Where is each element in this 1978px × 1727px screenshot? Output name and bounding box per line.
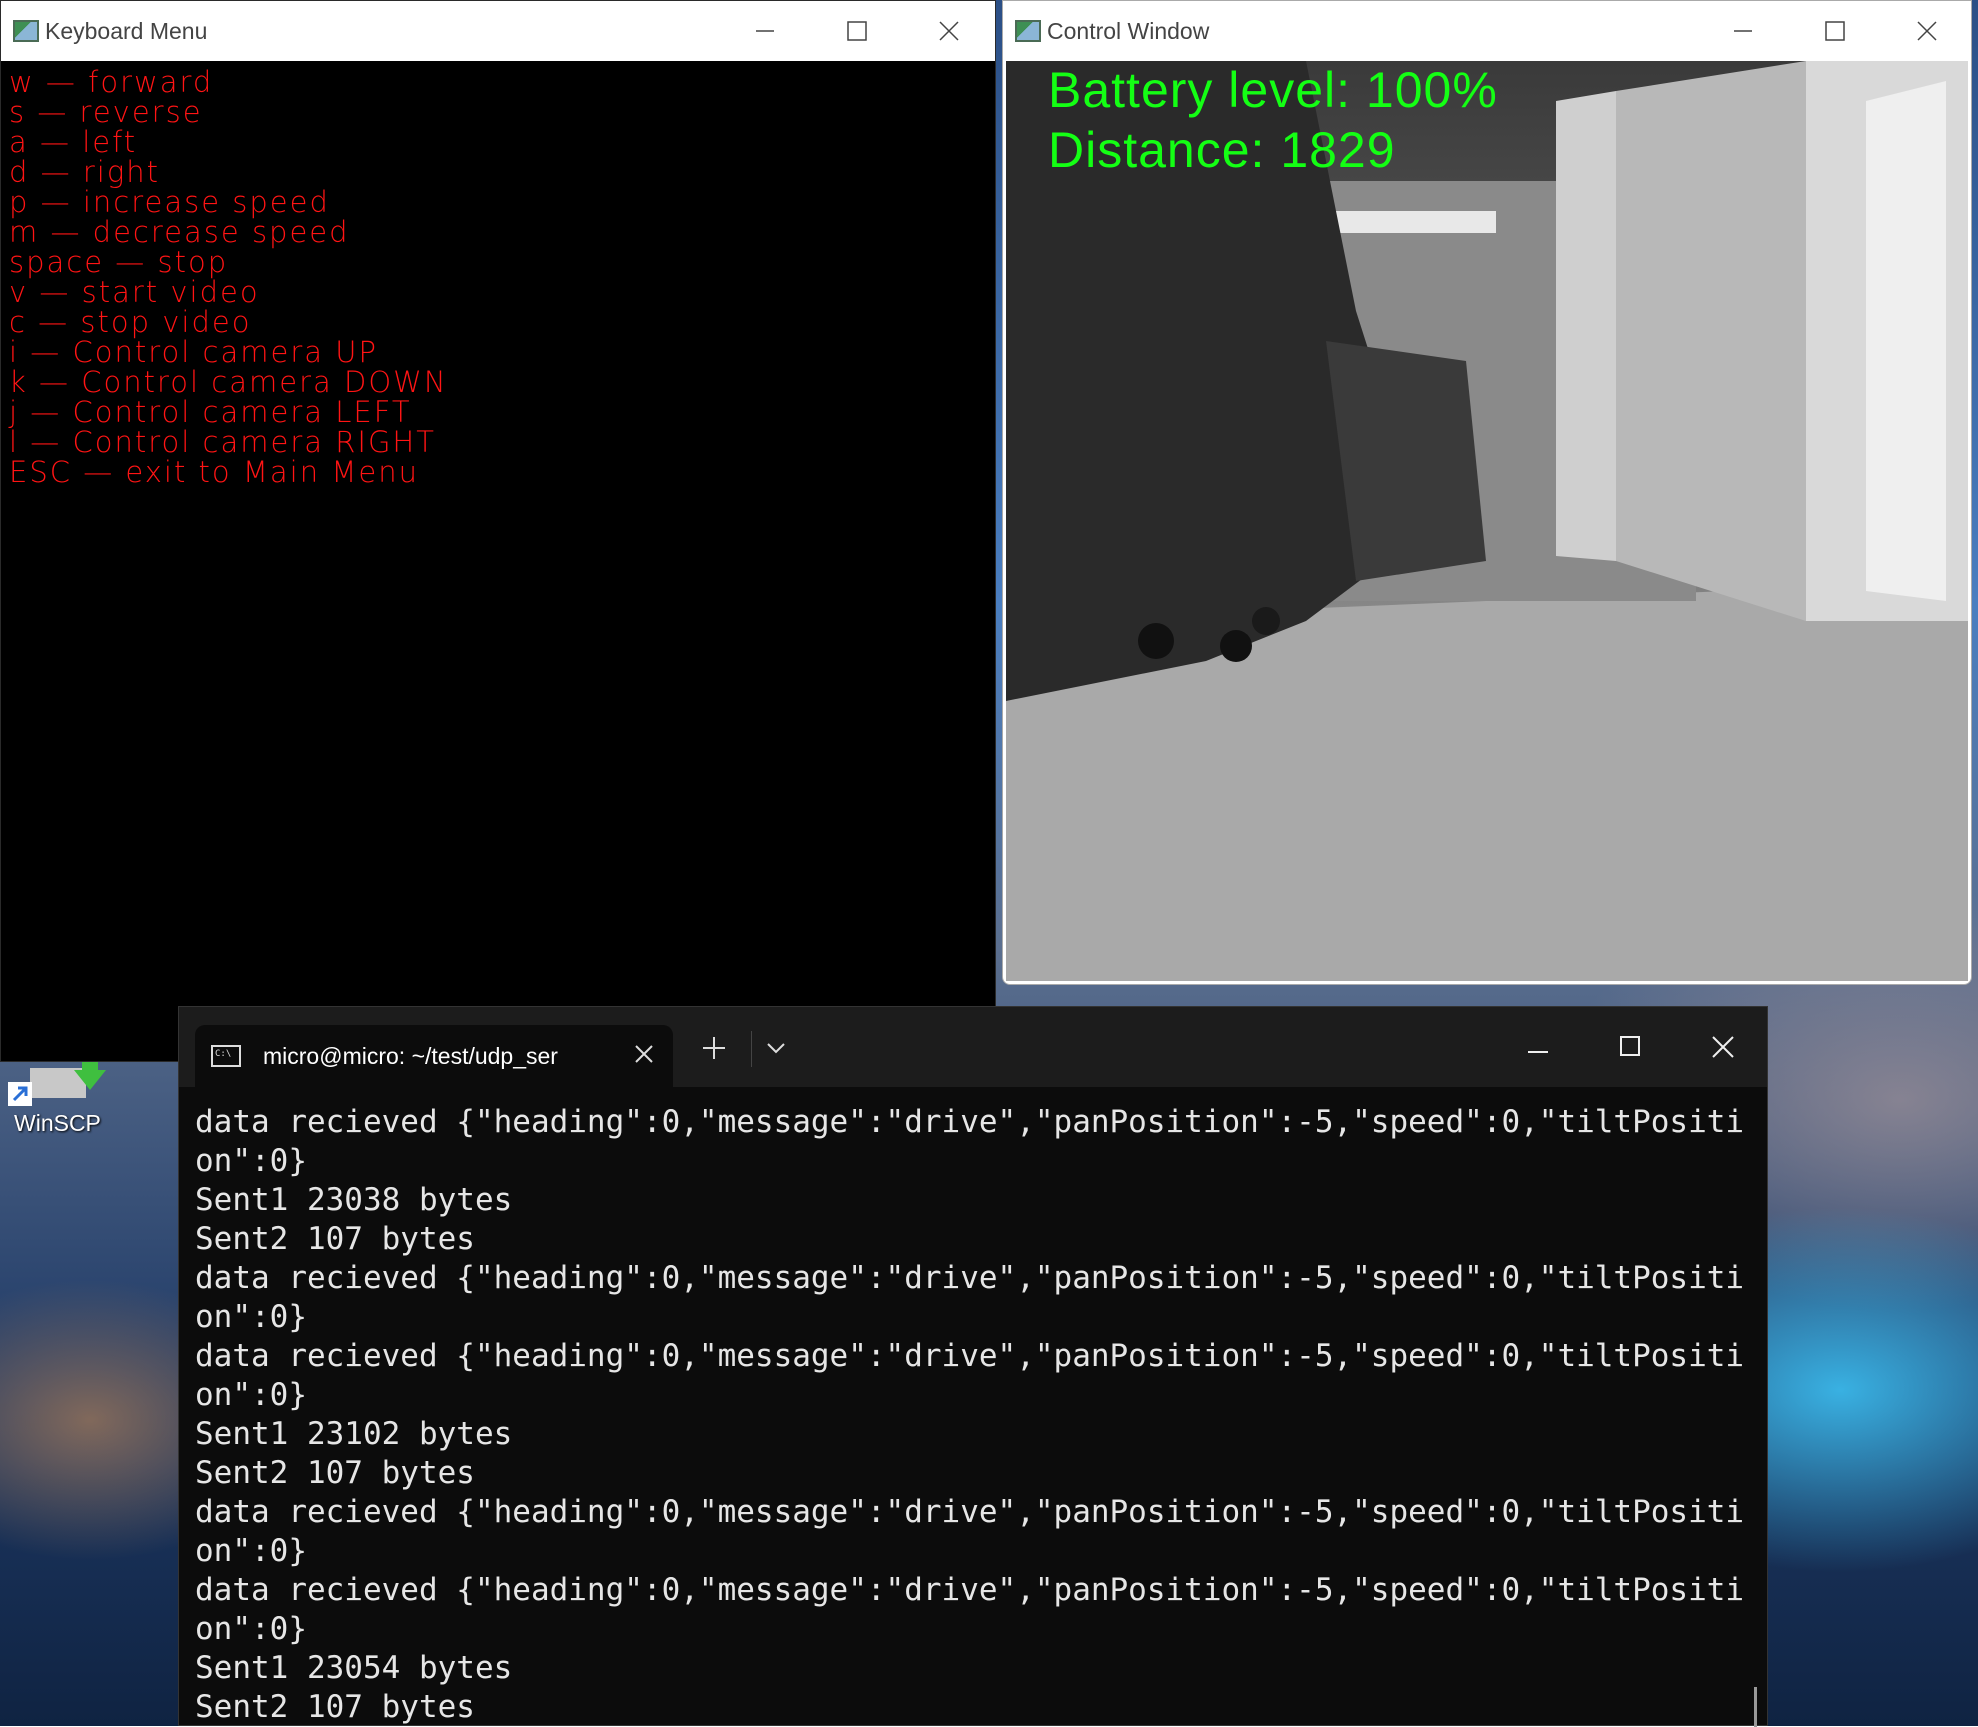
key-binding-item: i — Control camera UP: [9, 335, 378, 369]
terminal-icon: C:\: [211, 1045, 241, 1067]
minimize-icon: [1734, 30, 1752, 32]
maximize-button[interactable]: [1789, 1, 1881, 61]
terminal-window[interactable]: C:\ micro@micro: ~/test/udp_ser data rec…: [178, 1006, 1768, 1727]
terminal-line: data recieved {"heading":0,"message":"dr…: [195, 1572, 1745, 1647]
key-binding-item: c — stop video: [9, 305, 252, 339]
keyboard-menu-content: w — forward s — reverse a — left d — right p…: [1, 61, 995, 1061]
terminal-scrollbar[interactable]: [1754, 1687, 1757, 1727]
close-button[interactable]: [903, 1, 995, 61]
minimize-icon: [1528, 1051, 1548, 1053]
minimize-button[interactable]: [1697, 1, 1789, 61]
winscp-desktop-icon[interactable]: WinSCP: [6, 1060, 106, 1140]
terminal-line: Sent2 107 bytes: [195, 1689, 475, 1725]
terminal-line: data recieved {"heading":0,"message":"dr…: [195, 1338, 1745, 1413]
key-binding-item: k — Control camera DOWN: [9, 365, 448, 399]
keyboard-menu-window[interactable]: Keyboard Menu w — forward s — reverse a — …: [0, 0, 996, 1062]
plus-icon: [703, 1037, 725, 1059]
new-tab-button[interactable]: [701, 1035, 727, 1061]
terminal-line: Sent1 23038 bytes: [195, 1182, 513, 1218]
close-button[interactable]: [1711, 1035, 1735, 1059]
key-binding-item: j — Control camera LEFT: [9, 395, 412, 429]
minimize-button[interactable]: [719, 1, 811, 61]
key-binding-item: v — start video: [9, 275, 260, 309]
battery-level-text: Battery level: 100%: [1048, 62, 1498, 118]
app-icon: [13, 20, 39, 42]
key-binding-item: l — Control camera RIGHT: [9, 425, 436, 459]
window-title: Keyboard Menu: [45, 17, 208, 44]
minimize-icon: [756, 30, 774, 32]
winscp-icon: [8, 1062, 106, 1106]
terminal-line: Sent2 107 bytes: [195, 1455, 475, 1491]
key-binding-item: w — forward: [9, 65, 214, 99]
key-binding-item: d — right: [9, 155, 160, 189]
close-icon: [635, 1045, 653, 1063]
close-icon: [939, 21, 959, 41]
terminal-line: Sent1 23054 bytes: [195, 1650, 513, 1686]
winscp-label: WinSCP: [14, 1110, 101, 1136]
camera-scene-image: [1006, 61, 1968, 981]
terminal-line: Sent1 23102 bytes: [195, 1416, 513, 1452]
key-binding-item: ESC — exit to Main Menu: [9, 455, 419, 489]
terminal-tab[interactable]: C:\ micro@micro: ~/test/udp_ser: [195, 1025, 673, 1087]
close-icon: [1712, 1036, 1734, 1058]
tab-divider: [751, 1031, 752, 1067]
key-binding-item: s — reverse: [9, 95, 203, 129]
terminal-line: data recieved {"heading":0,"message":"dr…: [195, 1104, 1745, 1179]
terminal-tab-bar[interactable]: C:\ micro@micro: ~/test/udp_ser: [179, 1007, 1767, 1087]
key-binding-item: a — left: [9, 125, 138, 159]
keyboard-menu-titlebar[interactable]: Keyboard Menu: [1, 1, 995, 61]
terminal-line: data recieved {"heading":0,"message":"dr…: [195, 1260, 1745, 1335]
maximize-icon: [1825, 21, 1845, 41]
terminal-tab-title: micro@micro: ~/test/udp_ser: [263, 1042, 558, 1069]
close-icon: [1917, 21, 1937, 41]
maximize-button[interactable]: [811, 1, 903, 61]
close-tab-button[interactable]: [633, 1043, 655, 1065]
camera-feed: Battery level: 100% Distance: 1829: [1006, 61, 1968, 981]
close-button[interactable]: [1881, 1, 1971, 61]
key-binding-item: p — increase speed: [9, 185, 330, 219]
app-icon: [1015, 20, 1041, 42]
key-binding-item: space — stop: [9, 245, 229, 279]
key-binding-item: m — decrease speed: [9, 215, 350, 249]
distance-text: Distance: 1829: [1048, 122, 1396, 178]
terminal-line: data recieved {"heading":0,"message":"dr…: [195, 1494, 1745, 1569]
tab-dropdown-button[interactable]: [765, 1037, 787, 1059]
chevron-down-icon: [767, 1043, 785, 1054]
minimize-button[interactable]: [1527, 1041, 1549, 1063]
control-window-titlebar[interactable]: Control Window: [1003, 1, 1971, 61]
maximize-button[interactable]: [1619, 1035, 1641, 1057]
key-binding-list: w — forward s — reverse a — left d — right p…: [9, 67, 448, 487]
maximize-icon: [1620, 1036, 1640, 1056]
terminal-line: Sent2 107 bytes: [195, 1221, 475, 1257]
control-window[interactable]: Control Window Battery level: 100% Dista…: [1002, 0, 1972, 985]
window-title: Control Window: [1047, 17, 1210, 44]
maximize-icon: [847, 21, 867, 41]
terminal-output[interactable]: data recieved {"heading":0,"message":"dr…: [195, 1103, 1747, 1725]
